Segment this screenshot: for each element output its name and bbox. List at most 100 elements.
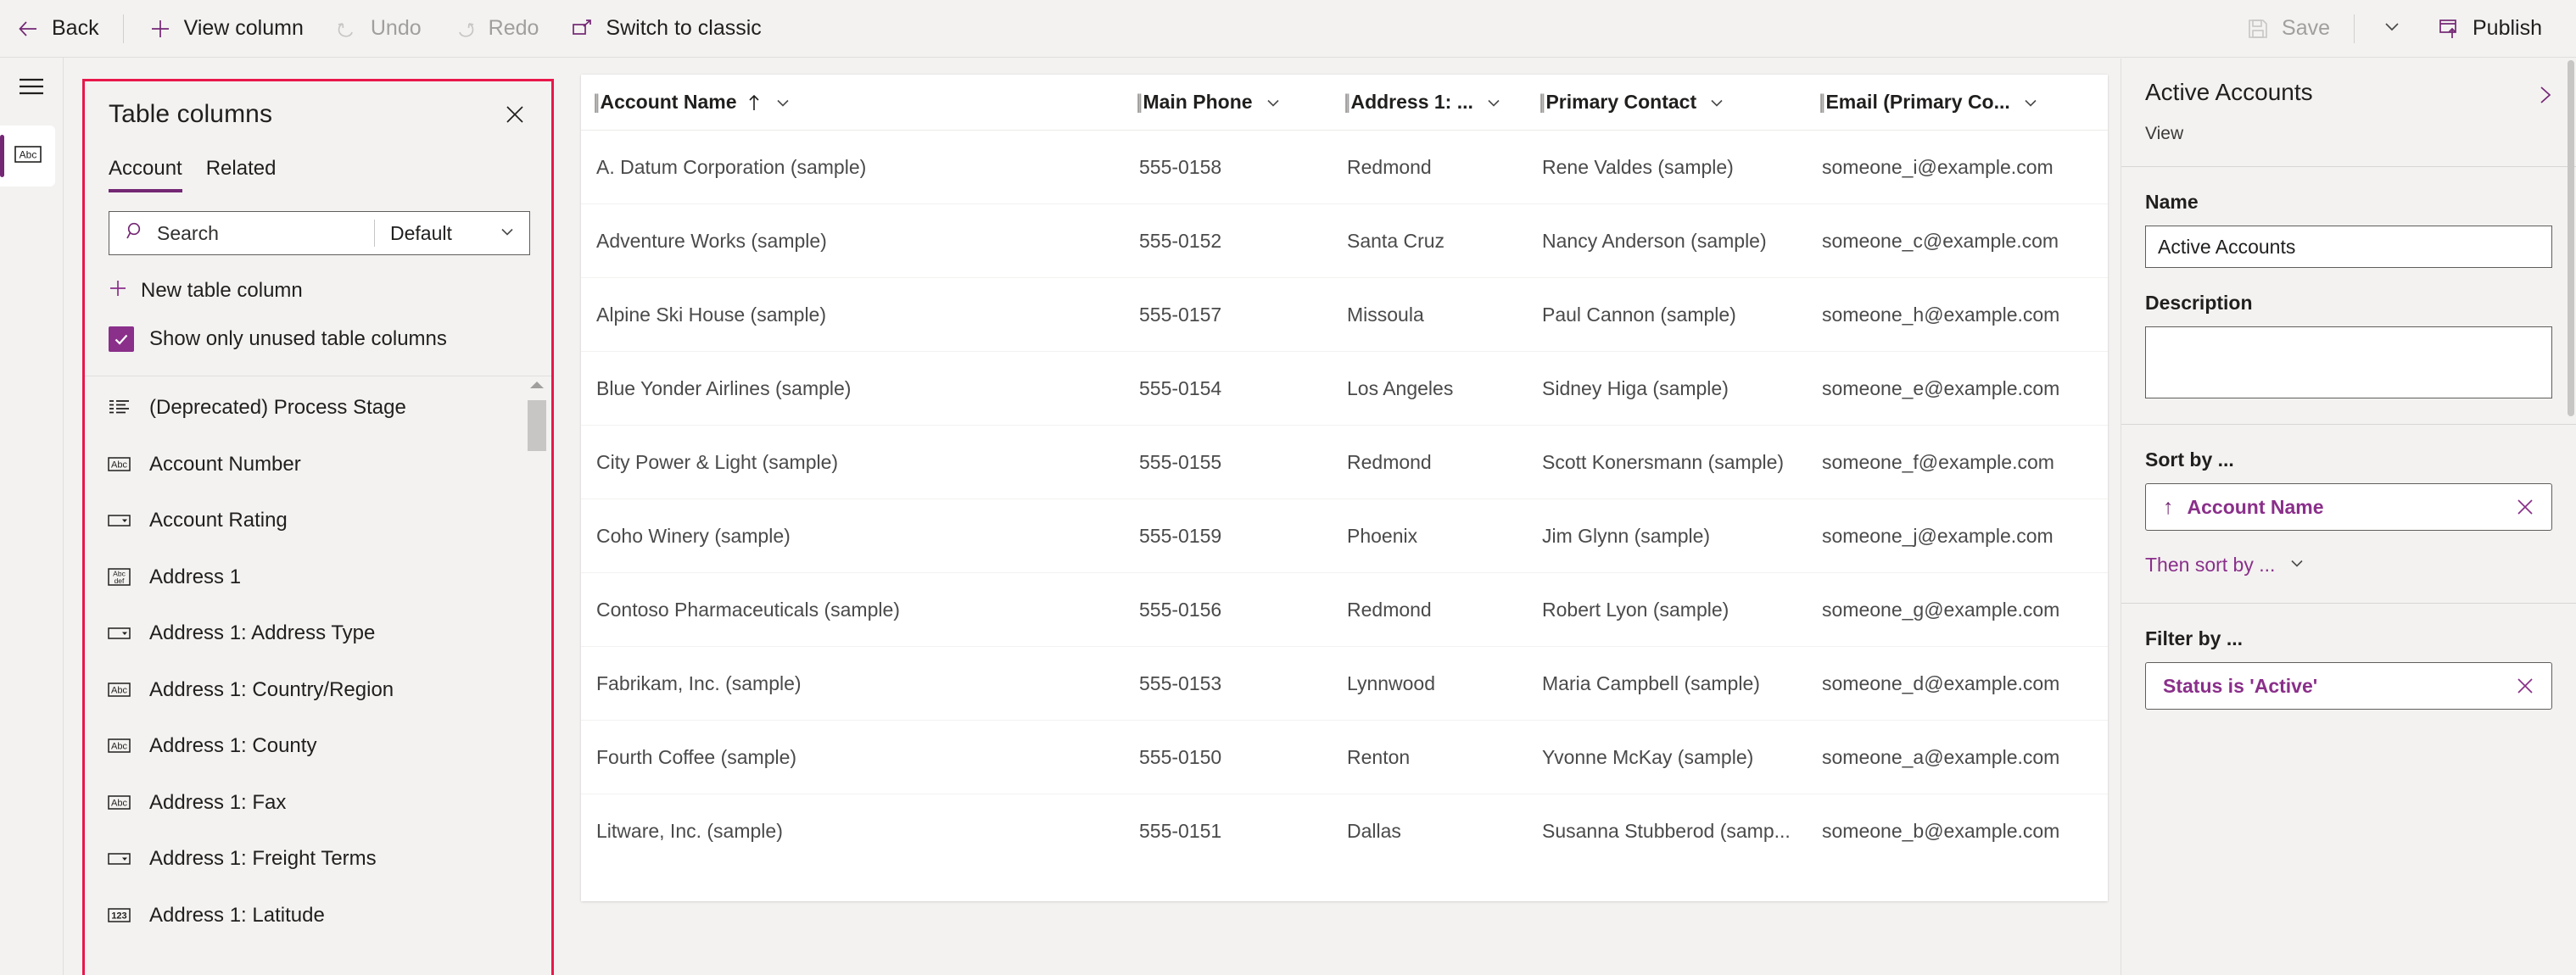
description-section: Description [2121, 268, 2576, 398]
expand-panel-button[interactable] [2534, 79, 2556, 110]
list-item[interactable]: 123 Address 1: Latitude [85, 888, 551, 944]
then-sort-by-button[interactable]: Then sort by ... [2145, 553, 2552, 577]
column-header-primary-contact[interactable]: || Primary Contact [1527, 75, 1807, 130]
cell-email: someone_h@example.com [1822, 303, 2060, 326]
table-row[interactable]: Blue Yonder Airlines (sample) 555-0154 L… [581, 352, 2108, 426]
rail-item-columns[interactable]: Abc [0, 125, 55, 187]
properties-scrollbar-thumb[interactable] [2568, 60, 2574, 416]
svg-text:Abc: Abc [111, 460, 127, 470]
sort-ascending-icon: ↑ [2163, 494, 2174, 519]
remove-filter-button[interactable] [2514, 675, 2536, 697]
page-title: Table columns [109, 100, 273, 128]
remove-sort-button[interactable] [2514, 496, 2536, 518]
cell-email: someone_f@example.com [1822, 450, 2054, 473]
column-header-email-primary-contact[interactable]: || Email (Primary Co... [1807, 75, 2108, 130]
cell-account-name: A. Datum Corporation (sample) [596, 155, 867, 178]
hamburger-menu-icon [17, 75, 46, 102]
scroll-up-button[interactable] [528, 378, 546, 395]
cell-primary-contact: Yvonne McKay (sample) [1542, 745, 1754, 768]
list-item[interactable]: (Deprecated) Process Stage [85, 380, 551, 437]
list-field-icon [107, 397, 135, 419]
save-button[interactable]: Save [2230, 16, 2345, 42]
table-row[interactable]: City Power & Light (sample) 555-0155 Red… [581, 426, 2108, 499]
list-item[interactable]: Account Rating [85, 493, 551, 549]
cell-email: someone_d@example.com [1822, 671, 2060, 694]
list-item-label: (Deprecated) Process Stage [149, 396, 406, 420]
table-row[interactable]: Litware, Inc. (sample) 555-0151 Dallas S… [581, 794, 2108, 868]
table-row[interactable]: Fabrikam, Inc. (sample) 555-0153 Lynnwoo… [581, 647, 2108, 721]
column-header-main-phone[interactable]: || Main Phone [1124, 75, 1332, 130]
cell-address-1: Dallas [1347, 820, 1401, 842]
view-column-button[interactable]: View column [132, 0, 319, 57]
grid-header-row: || Account Name || Main Phone || Address… [581, 75, 2108, 131]
hamburger-menu-button[interactable] [0, 58, 63, 119]
column-filter-value: Default [390, 221, 452, 244]
column-menu-chevron-down-icon[interactable] [773, 92, 793, 113]
column-menu-chevron-down-icon[interactable] [1484, 92, 1504, 113]
publish-button[interactable]: Publish [2421, 16, 2557, 42]
column-header-address-1[interactable]: || Address 1: ... [1332, 75, 1527, 130]
list-item-label: Account Number [149, 452, 301, 476]
cell-address-1: Redmond [1347, 155, 1432, 178]
list-item-label: Account Rating [149, 509, 288, 532]
table-row[interactable]: Contoso Pharmaceuticals (sample) 555-015… [581, 573, 2108, 647]
list-item[interactable]: Abc def Address 1 [85, 549, 551, 606]
column-filter-dropdown[interactable]: Default [375, 212, 529, 254]
tab-related[interactable]: Related [206, 157, 277, 192]
optionset-field-icon [107, 848, 135, 870]
switch-to-classic-button[interactable]: Switch to classic [554, 0, 776, 57]
name-input[interactable]: Active Accounts [2145, 226, 2552, 268]
column-menu-chevron-down-icon[interactable] [2020, 92, 2041, 113]
cell-primary-contact: Scott Konersmann (sample) [1542, 450, 1785, 473]
list-item-label: Address 1: Freight Terms [149, 847, 377, 871]
column-header-account-name[interactable]: || Account Name [581, 75, 1124, 130]
show-only-unused-checkbox[interactable]: Show only unused table columns [109, 326, 551, 352]
redo-icon [452, 16, 478, 42]
table-row[interactable]: Alpine Ski House (sample) 555-0157 Misso… [581, 278, 2108, 352]
table-row[interactable]: A. Datum Corporation (sample) 555-0158 R… [581, 131, 2108, 204]
back-button[interactable]: Back [0, 0, 115, 57]
sort-by-label: Sort by ... [2145, 448, 2234, 471]
list-item[interactable]: Address 1: Freight Terms [85, 831, 551, 888]
new-table-column-button[interactable]: New table column [107, 277, 551, 304]
tab-account[interactable]: Account [109, 157, 182, 192]
cell-primary-contact: Rene Valdes (sample) [1542, 155, 1734, 178]
list-item[interactable]: Abc Address 1: County [85, 718, 551, 775]
column-header-label: Address 1: ... [1350, 91, 1473, 113]
sort-by-pill[interactable]: ↑ Account Name [2145, 483, 2552, 531]
list-item[interactable]: Abc Address 1: Fax [85, 775, 551, 832]
list-item[interactable]: Abc Address 1: Country/Region [85, 662, 551, 719]
scrollbar-thumb[interactable] [528, 400, 546, 451]
table-row[interactable]: Coho Winery (sample) 555-0159 Phoenix Ji… [581, 499, 2108, 573]
list-item[interactable]: Abc Account Number [85, 437, 551, 493]
cell-account-name: Blue Yonder Airlines (sample) [596, 376, 852, 399]
column-menu-chevron-down-icon[interactable] [1263, 92, 1283, 113]
multiline-text-field-icon: Abc def [107, 566, 135, 588]
list-item-label: Address 1: Address Type [149, 621, 376, 645]
close-panel-button[interactable] [500, 100, 529, 133]
table-row[interactable]: Adventure Works (sample) 555-0152 Santa … [581, 204, 2108, 278]
search-row: Search Default [109, 211, 530, 255]
cell-main-phone: 555-0150 [1139, 745, 1222, 768]
redo-button[interactable]: Redo [437, 0, 555, 57]
new-table-column-label: New table column [141, 278, 303, 302]
list-item-label: Address 1 [149, 565, 242, 588]
table-row[interactable]: Fourth Coffee (sample) 555-0150 Renton Y… [581, 721, 2108, 794]
undo-button[interactable]: Undo [319, 0, 437, 57]
sort-by-field: Account Name [2187, 495, 2324, 518]
table-columns-scrollbar[interactable] [528, 378, 546, 973]
cell-email: someone_g@example.com [1822, 598, 2060, 621]
cell-account-name: City Power & Light (sample) [596, 450, 839, 473]
column-menu-chevron-down-icon[interactable] [1707, 92, 1727, 113]
filter-by-pill[interactable]: Status is 'Active' [2145, 662, 2552, 710]
save-overflow-button[interactable] [2363, 14, 2421, 42]
cell-main-phone: 555-0156 [1139, 598, 1222, 621]
description-input[interactable] [2145, 326, 2552, 398]
cell-address-1: Lynnwood [1347, 671, 1436, 694]
column-grip-icon: || [1136, 90, 1143, 114]
list-item[interactable]: Address 1: Address Type [85, 605, 551, 662]
cell-email: someone_b@example.com [1822, 820, 2060, 842]
search-input[interactable]: Search [109, 212, 374, 254]
table-columns-header: Table columns [85, 81, 551, 133]
cell-primary-contact: Susanna Stubberod (samp... [1542, 820, 1791, 842]
